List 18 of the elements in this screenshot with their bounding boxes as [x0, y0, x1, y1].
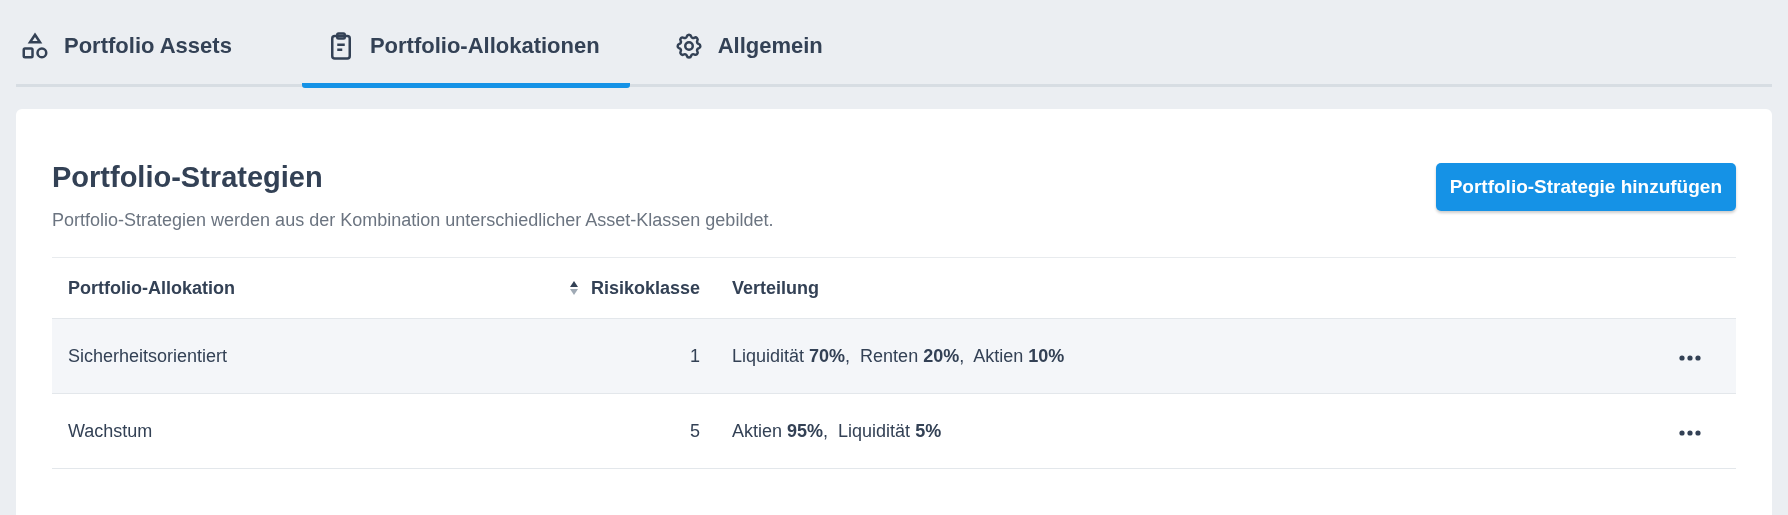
- section-title: Portfolio-Strategien: [52, 161, 324, 194]
- tab[interactable]: Portfolio-Allokationen: [301, 0, 630, 88]
- column-header: Risikoklasse: [590, 277, 700, 299]
- tab[interactable]: Portfolio Assets: [16, 0, 262, 88]
- column-header: Verteilung: [732, 277, 820, 299]
- column-header: Portfolio-Allokation: [68, 277, 235, 299]
- shapes-icon: [20, 30, 50, 61]
- table-cell: Sicherheitsorientiert: [68, 345, 228, 366]
- table-cell: 5: [690, 420, 700, 441]
- more-icon: [1678, 430, 1702, 436]
- table-cell: 1: [690, 345, 700, 366]
- table-cell: Wachstum: [68, 420, 153, 441]
- section-description: Portfolio-Strategien werden aus der Kombination unterschiedlicher Asset-Klassen gebildet.: [52, 210, 774, 231]
- table-cell: Liquidität 70%, Renten 20%, Aktien 10%: [732, 345, 1065, 366]
- tab[interactable]: Allgemein: [669, 0, 853, 88]
- sort-icon[interactable]: [568, 279, 579, 297]
- more-icon: [1678, 355, 1702, 361]
- table-cell: Aktien 95%, Liquidität 5%: [732, 420, 942, 441]
